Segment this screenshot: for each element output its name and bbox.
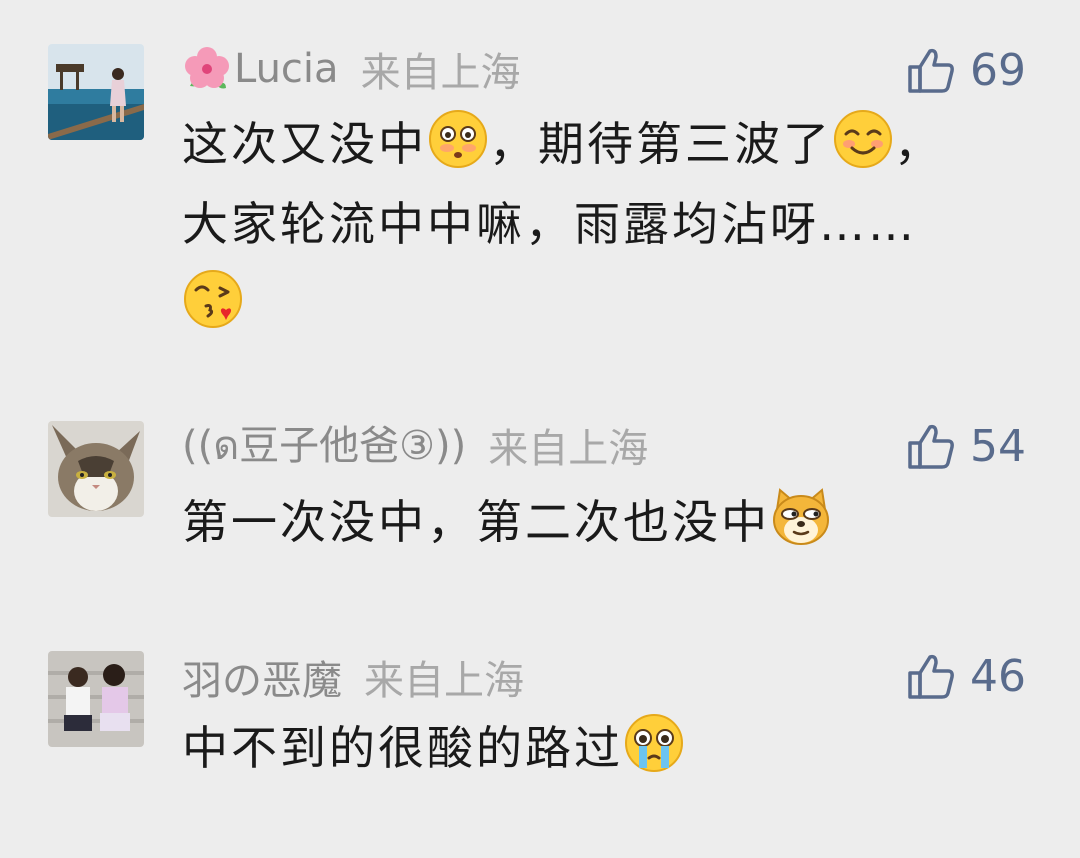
comment-text: 中不到的很酸的路过 [182, 708, 1022, 788]
like-button[interactable]: 69 [906, 42, 1026, 98]
like-count: 46 [970, 650, 1026, 702]
thumbs-up-icon [908, 654, 954, 699]
crying-face-icon [623, 712, 685, 774]
comment-text: 这次又没中 ，期待第三波了，大家轮流中中嘛，雨露均沾呀…… [182, 104, 1022, 344]
location-label: 来自上海 [360, 50, 521, 96]
comment-text: 第一次没中，第二次也没中 [182, 482, 1022, 562]
like-count: 69 [970, 44, 1026, 96]
avatar[interactable] [48, 421, 144, 517]
thumbs-up-icon [908, 424, 954, 469]
flushed-face-icon [427, 108, 489, 170]
username[interactable]: ((ด豆子他爸③)) [182, 413, 466, 477]
smiling-face-icon [832, 108, 894, 170]
location-label: 来自上海 [364, 658, 524, 704]
comment-header: Lucia 来自上海 [182, 44, 521, 96]
like-button[interactable]: 46 [906, 648, 1026, 704]
comment-header: 羽の恶魔 来自上海 [182, 652, 524, 704]
like-button[interactable]: 54 [906, 418, 1026, 474]
thumbs-up-icon [908, 48, 954, 93]
like-count: 54 [970, 420, 1026, 472]
hibiscus-icon [182, 44, 232, 94]
kissing-wink-face-icon [182, 268, 244, 330]
location-label: 来自上海 [488, 426, 649, 472]
username[interactable]: Lucia [234, 46, 339, 92]
avatar[interactable] [48, 651, 144, 747]
comment-header: ((ด豆子他爸③)) 来自上海 [182, 420, 648, 472]
avatar[interactable] [48, 44, 144, 140]
doge-icon [770, 486, 832, 548]
username[interactable]: 羽の恶魔 [182, 648, 342, 706]
